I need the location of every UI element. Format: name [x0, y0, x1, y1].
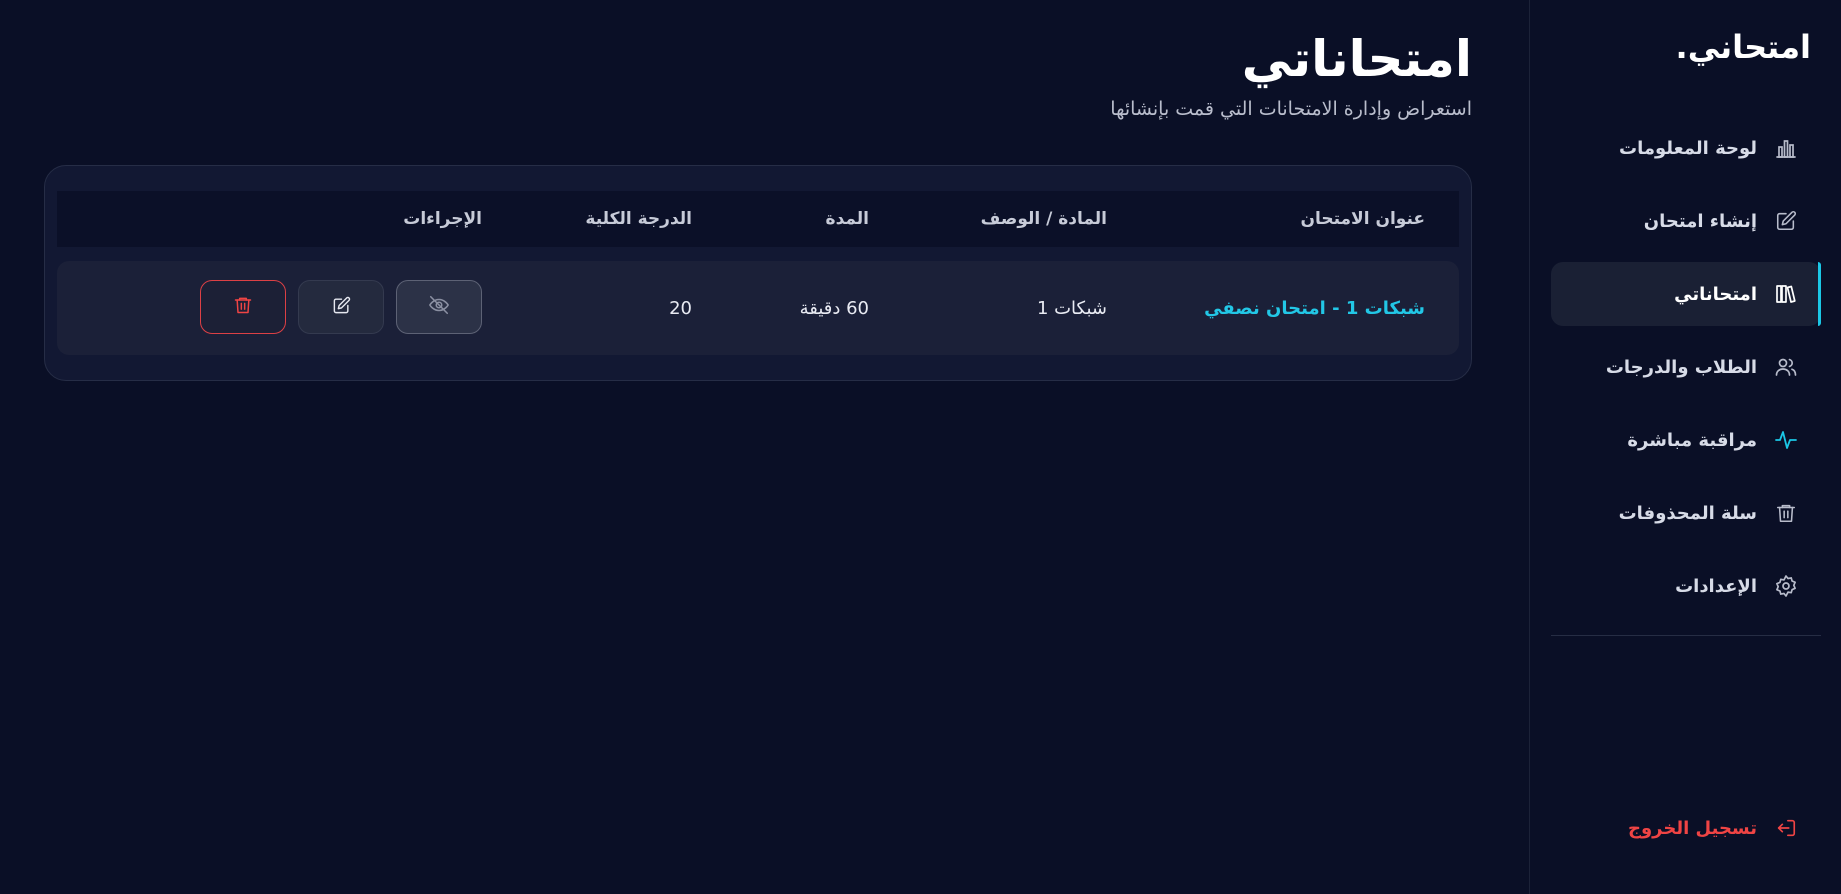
sidebar-item-create-exam[interactable]: إنشاء امتحان [1551, 189, 1821, 253]
activity-icon [1773, 427, 1799, 453]
column-header-title: عنوان الامتحان [1300, 209, 1425, 229]
table-header: عنوان الامتحان المادة / الوصف المدة الدر… [57, 191, 1459, 247]
bar-chart-icon [1773, 135, 1799, 161]
delete-exam-button[interactable] [200, 280, 286, 334]
sidebar-item-trash[interactable]: سلة المحذوفات [1551, 481, 1821, 545]
exam-subject: شبكات 1 [1036, 297, 1107, 319]
exam-total-grade: 20 [669, 297, 692, 319]
trash-icon [1773, 500, 1799, 526]
sidebar: امتحاني. لوحة المعلومات إنشاء امتحان امت… [1529, 0, 1841, 894]
sidebar-item-label: الطلاب والدرجات [1605, 356, 1757, 378]
edit-icon [332, 296, 351, 319]
sidebar-item-students-grades[interactable]: الطلاب والدرجات [1551, 335, 1821, 399]
eye-off-icon [428, 294, 450, 320]
page-title: امتحاناتي [1241, 30, 1472, 88]
brand-dot: . [1675, 28, 1688, 66]
brand-name: امتحاني [1687, 28, 1811, 66]
sidebar-item-dashboard[interactable]: لوحة المعلومات [1551, 116, 1821, 180]
column-header-actions: الإجراءات [403, 209, 482, 229]
logout-button[interactable]: تسجيل الخروج [1551, 796, 1821, 860]
exam-duration: 60 دقيقة [799, 297, 869, 319]
sidebar-item-label: امتحاناتي [1674, 283, 1757, 305]
column-header-duration: المدة [825, 209, 869, 229]
sidebar-item-label: الإعدادات [1675, 575, 1757, 597]
column-header-subject: المادة / الوصف [980, 209, 1107, 229]
sidebar-divider [1551, 635, 1821, 636]
sidebar-item-label: لوحة المعلومات [1619, 137, 1757, 159]
hide-exam-button[interactable] [396, 280, 482, 334]
library-icon [1773, 281, 1799, 307]
sidebar-item-live-monitoring[interactable]: مراقبة مباشرة [1551, 408, 1821, 472]
exams-table-card: عنوان الامتحان المادة / الوصف المدة الدر… [44, 165, 1472, 381]
sidebar-item-label: مراقبة مباشرة [1627, 429, 1757, 451]
logout-icon [1773, 815, 1799, 841]
exam-title-link[interactable]: شبكات 1 - امتحان نصفي [1204, 261, 1425, 355]
column-header-total: الدرجة الكلية [585, 209, 692, 229]
edit-exam-button[interactable] [298, 280, 384, 334]
sidebar-item-settings[interactable]: الإعدادات [1551, 554, 1821, 618]
logout-label: تسجيل الخروج [1628, 817, 1757, 839]
gear-icon [1773, 573, 1799, 599]
sidebar-nav: لوحة المعلومات إنشاء امتحان امتحاناتي ال… [1551, 116, 1821, 627]
app-root: امتحاني. لوحة المعلومات إنشاء امتحان امت… [0, 0, 1841, 894]
trash-icon [233, 295, 253, 319]
table-row: شبكات 1 - امتحان نصفي شبكات 1 60 دقيقة 2… [57, 261, 1459, 355]
sidebar-item-label: سلة المحذوفات [1618, 502, 1757, 524]
edit-icon [1773, 208, 1799, 234]
users-icon [1773, 354, 1799, 380]
sidebar-item-my-exams[interactable]: امتحاناتي [1551, 262, 1821, 326]
page-subtitle: استعراض وإدارة الامتحانات التي قمت بإنشا… [1110, 98, 1472, 120]
brand-logo[interactable]: امتحاني. [1676, 28, 1811, 66]
sidebar-item-label: إنشاء امتحان [1643, 210, 1757, 232]
